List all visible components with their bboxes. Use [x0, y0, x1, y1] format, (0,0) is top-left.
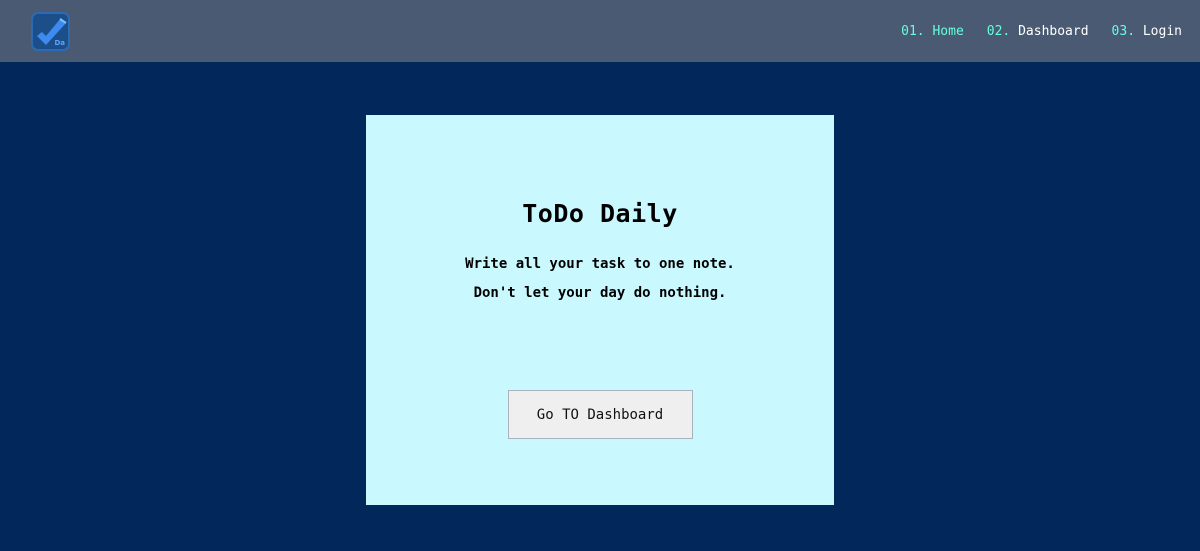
- nav-link-label: Login: [1142, 23, 1182, 39]
- logo-text: Da: [54, 38, 65, 47]
- hero-tagline-2: Don't let your day do nothing.: [473, 285, 727, 301]
- go-to-dashboard-button[interactable]: Go TO Dashboard: [507, 390, 693, 439]
- nav-link-label: Home: [932, 23, 964, 39]
- nav-link-label: Dashboard: [1018, 23, 1089, 39]
- app-logo[interactable]: Da: [31, 11, 70, 51]
- nav-links: 01. Home 02. Dashboard 03. Login: [901, 24, 1182, 39]
- nav-link-dashboard[interactable]: 02. Dashboard: [987, 24, 1089, 39]
- nav-link-home[interactable]: 01. Home: [901, 24, 964, 39]
- hero-tagline-1: Write all your task to one note.: [465, 256, 735, 272]
- nav-link-number: 03.: [1111, 23, 1136, 39]
- hero-title: ToDo Daily: [522, 199, 678, 228]
- nav-link-number: 01.: [901, 23, 925, 39]
- nav-link-number: 02.: [986, 23, 1011, 39]
- navbar: Da 01. Home 02. Dashboard 03. Login: [0, 0, 1200, 62]
- nav-link-login[interactable]: 03. Login: [1112, 24, 1182, 39]
- hero-card: ToDo Daily Write all your task to one no…: [366, 115, 834, 505]
